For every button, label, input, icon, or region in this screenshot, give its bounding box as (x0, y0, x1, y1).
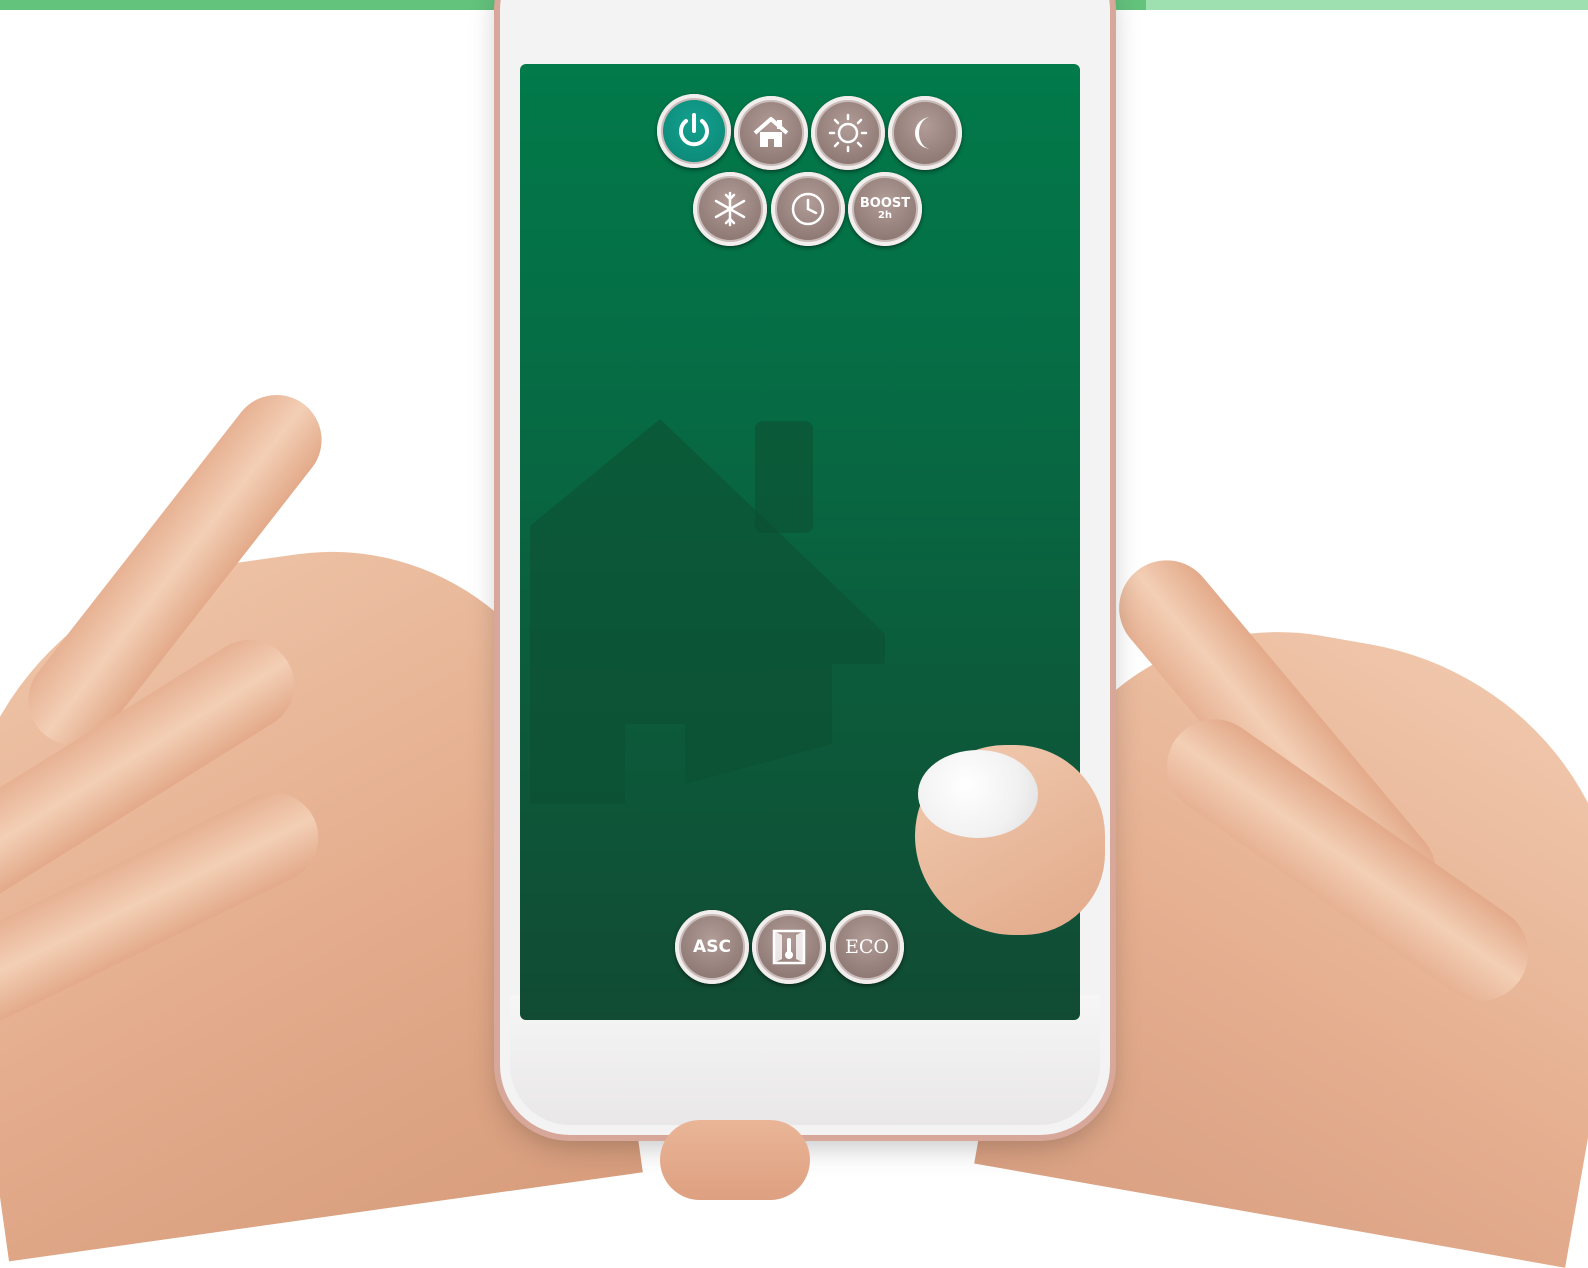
window-thermometer-icon (772, 929, 806, 965)
power-button[interactable] (657, 94, 731, 168)
timer-button[interactable] (771, 172, 845, 246)
home-icon (753, 117, 789, 147)
power-icon (679, 113, 709, 147)
boost-button[interactable]: BOOST 2h (848, 172, 922, 246)
frost-button[interactable] (693, 172, 767, 246)
thumbnail (918, 750, 1038, 838)
asc-button[interactable]: ASC (675, 910, 749, 984)
clock-icon (791, 192, 825, 226)
sun-icon (828, 113, 868, 153)
snowflake-icon (714, 191, 746, 227)
moon-icon (915, 117, 931, 149)
boost-duration: 2h (877, 210, 893, 221)
window-button[interactable] (752, 910, 826, 984)
sun-button[interactable] (811, 96, 885, 170)
home-button[interactable] (734, 96, 808, 170)
eco-label: ECO (845, 935, 889, 958)
boost-label: BOOST (859, 196, 911, 211)
bottom-finger (660, 1120, 810, 1200)
moon-button[interactable] (888, 96, 962, 170)
eco-button[interactable]: ECO (830, 910, 904, 984)
asc-label: ASC (693, 936, 731, 957)
top-accent-bar-light (1146, 0, 1588, 10)
